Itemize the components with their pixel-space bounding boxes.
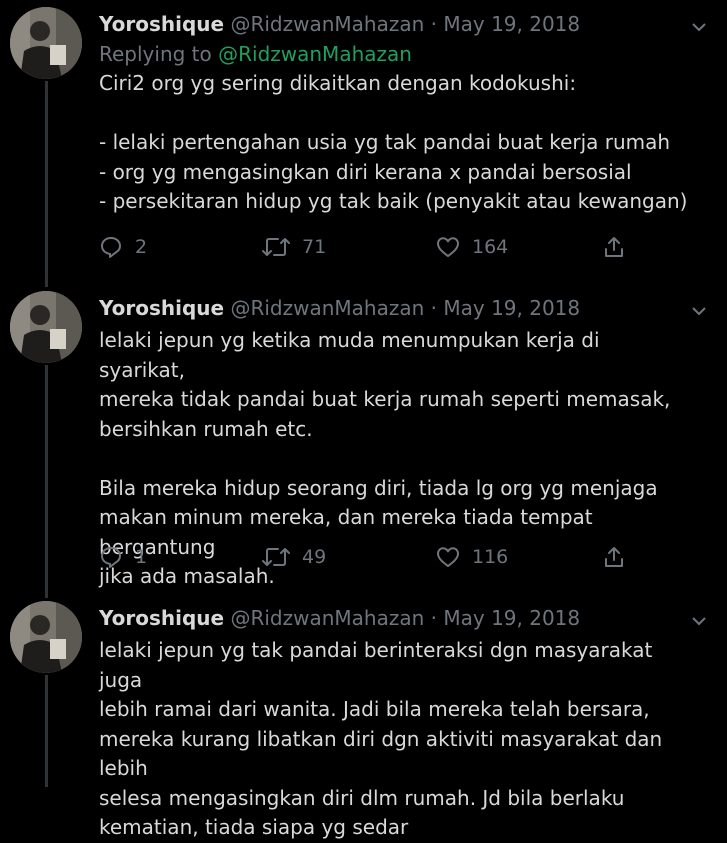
replying-to: Replying to @RidzwanMahazan (99, 39, 689, 69)
reply-button[interactable]: 1 (99, 542, 147, 572)
reply-button[interactable]: 2 (99, 232, 147, 262)
retweet-icon (262, 235, 290, 259)
share-icon (602, 235, 626, 259)
replying-to-handle[interactable]: @RidzwanMahazan (218, 42, 412, 66)
share-icon (602, 545, 626, 569)
display-name[interactable]: Yoroshique (99, 12, 224, 36)
thread-line (45, 81, 48, 287)
username[interactable]: @RidzwanMahazan (230, 606, 424, 630)
like-count: 116 (472, 546, 509, 568)
retweet-button[interactable]: 49 (262, 542, 326, 572)
tweet-text: Ciri2 org yg sering dikaitkan dengan kod… (99, 71, 688, 213)
action-bar: 1 49 116 (99, 542, 659, 572)
thread-line (45, 675, 48, 787)
avatar[interactable] (10, 601, 82, 673)
display-name[interactable]: Yoroshique (99, 296, 224, 320)
share-button[interactable] (602, 542, 626, 572)
tweet-3[interactable]: Yoroshique @RidzwanMahazan · May 19, 201… (0, 601, 727, 839)
heart-icon (436, 545, 460, 569)
heart-icon (436, 235, 460, 259)
share-button[interactable] (602, 232, 626, 262)
reply-count: 2 (135, 236, 148, 258)
reply-count: 1 (135, 546, 148, 568)
username[interactable]: @RidzwanMahazan (230, 12, 424, 36)
tweet-1[interactable]: Yoroshique @RidzwanMahazan · May 19, 201… (0, 7, 727, 287)
tweet-header: Yoroshique @RidzwanMahazan · May 19, 201… (99, 603, 689, 633)
retweet-icon (262, 545, 290, 569)
tweet-text: lelaki jepun yg tak pandai berinteraksi … (99, 638, 663, 839)
avatar[interactable] (10, 291, 82, 363)
tweet-date[interactable]: May 19, 2018 (443, 606, 580, 630)
retweet-count: 71 (302, 236, 327, 258)
chevron-down-icon[interactable] (692, 17, 706, 32)
tweet-header: Yoroshique @RidzwanMahazan · May 19, 201… (99, 9, 689, 39)
like-button[interactable]: 164 (436, 232, 508, 262)
separator: · (430, 296, 437, 320)
retweet-button[interactable]: 71 (262, 232, 326, 262)
thread-line (45, 365, 48, 598)
reply-icon (99, 545, 123, 569)
display-name[interactable]: Yoroshique (99, 606, 224, 630)
like-count: 164 (472, 236, 509, 258)
chevron-down-icon[interactable] (692, 611, 706, 626)
reply-icon (99, 235, 123, 259)
tweet-date[interactable]: May 19, 2018 (443, 296, 580, 320)
tweet-header: Yoroshique @RidzwanMahazan · May 19, 201… (99, 293, 689, 323)
like-button[interactable]: 116 (436, 542, 508, 572)
replying-to-label: Replying to (99, 42, 212, 66)
chevron-down-icon[interactable] (692, 301, 706, 316)
tweet-date[interactable]: May 19, 2018 (443, 12, 580, 36)
separator: · (430, 606, 437, 630)
action-bar: 2 71 164 (99, 232, 659, 262)
retweet-count: 49 (302, 546, 327, 568)
tweet-2[interactable]: Yoroshique @RidzwanMahazan · May 19, 201… (0, 291, 727, 598)
avatar[interactable] (10, 7, 82, 79)
username[interactable]: @RidzwanMahazan (230, 296, 424, 320)
separator: · (430, 12, 437, 36)
